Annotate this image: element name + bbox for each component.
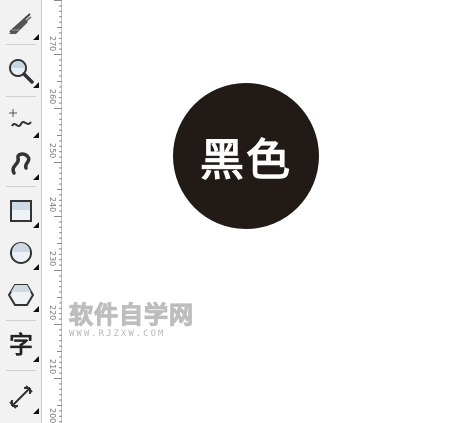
polygon-tool[interactable] <box>4 278 39 312</box>
toolbox-separator <box>6 370 36 371</box>
ruler-label: 230 <box>48 251 57 267</box>
watermark-url: WWW.RJZXW.COM <box>69 329 166 339</box>
artistic-media-icon <box>9 13 32 34</box>
flyout-arrow-icon[interactable] <box>33 306 39 312</box>
rectangle-tool[interactable] <box>4 194 39 228</box>
ruler-label: 240 <box>48 197 57 213</box>
vertical-ruler[interactable]: 270 260 250 240 230 220 210 200 <box>43 0 62 423</box>
ruler-label: 200 <box>48 408 57 423</box>
dimension-tool[interactable] <box>4 380 39 414</box>
toolbox-separator <box>6 44 36 45</box>
flyout-arrow-icon[interactable] <box>33 222 39 228</box>
toolbox-separator <box>6 96 36 97</box>
ruler-label: 270 <box>48 36 57 52</box>
watermark: 软件自学网 WWW.RJZXW.COM <box>69 301 219 340</box>
freehand-curve-icon <box>9 109 32 127</box>
ruler-label: 260 <box>48 89 57 105</box>
ruler-label: 250 <box>48 143 57 159</box>
text-icon: 字 <box>9 331 33 359</box>
freehand-tool[interactable] <box>4 104 39 138</box>
circle-label[interactable]: 黑色 <box>200 124 292 188</box>
toolbox-separator <box>6 186 36 187</box>
toolbox: 字 <box>0 0 42 423</box>
ellipse-icon <box>10 242 32 264</box>
ruler-label: 220 <box>48 305 57 321</box>
flyout-arrow-icon[interactable] <box>33 174 39 180</box>
rectangle-icon <box>10 200 32 222</box>
text-tool[interactable]: 字 <box>4 328 39 362</box>
smart-fill-tool[interactable] <box>4 146 39 180</box>
parallel-dimension-icon <box>9 385 33 409</box>
drawing-canvas[interactable]: 黑色 软件自学网 WWW.RJZXW.COM <box>63 0 450 423</box>
toolbox-separator <box>6 320 36 321</box>
flyout-arrow-icon[interactable] <box>33 82 39 88</box>
flyout-arrow-icon[interactable] <box>33 356 39 362</box>
zoom-tool[interactable] <box>4 54 39 88</box>
flyout-arrow-icon[interactable] <box>33 264 39 270</box>
hexagon-icon <box>7 284 35 306</box>
ellipse-tool[interactable] <box>4 236 39 270</box>
smart-drawing-icon <box>11 152 31 175</box>
artistic-media-tool[interactable] <box>4 6 39 40</box>
watermark-main: 软件自学网 <box>69 301 194 329</box>
ruler-label: 210 <box>48 359 57 375</box>
black-circle[interactable]: 黑色 <box>173 83 319 229</box>
flyout-arrow-icon[interactable] <box>33 132 39 138</box>
flyout-arrow-icon[interactable] <box>33 34 39 40</box>
magnifier-icon <box>9 59 34 84</box>
flyout-arrow-icon[interactable] <box>33 408 39 414</box>
